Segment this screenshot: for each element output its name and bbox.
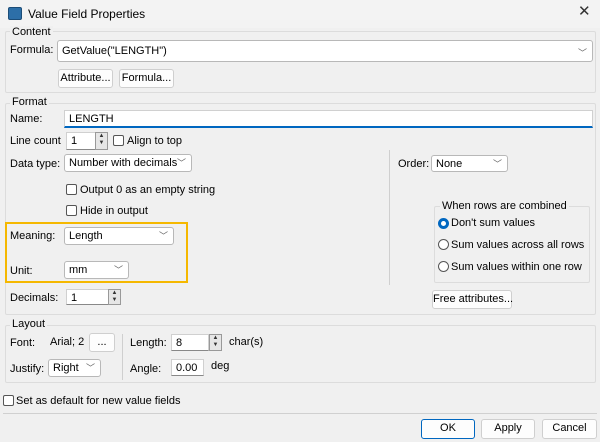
angle-input[interactable]: 0.00 <box>171 359 204 376</box>
order-label: Order: <box>398 158 430 170</box>
content-group-label: Content <box>10 26 53 39</box>
chevron-down-icon: ﹀ <box>492 159 502 169</box>
formula-value: GetValue("LENGTH") <box>62 45 167 57</box>
meaning-value: Length <box>69 230 103 242</box>
line-count-spinner[interactable]: ▲ ▼ <box>95 132 108 150</box>
radio-sum-all-rows-label: Sum values across all rows <box>451 239 585 251</box>
align-to-top-checkbox[interactable] <box>113 135 124 146</box>
attribute-button[interactable]: Attribute... <box>58 69 113 88</box>
radio-dont-sum[interactable] <box>438 218 449 229</box>
data-type-label: Data type: <box>10 158 61 170</box>
layout-group-label: Layout <box>10 318 48 331</box>
angle-label: Angle: <box>130 363 162 375</box>
order-select[interactable]: None ﹀ <box>431 155 508 172</box>
unit-value: mm <box>69 264 88 276</box>
chevron-down-icon: ﹀ <box>176 158 186 168</box>
font-label: Font: <box>10 337 36 349</box>
chevron-down-icon: ﹀ <box>85 363 95 373</box>
cancel-button[interactable]: Cancel <box>542 419 597 439</box>
set-default-label: Set as default for new value fields <box>16 395 181 407</box>
footer-separator <box>3 413 597 414</box>
line-count-input[interactable]: 1 <box>66 132 96 150</box>
chevron-down-icon: ﹀ <box>113 265 123 275</box>
radio-sum-one-row[interactable] <box>438 261 449 272</box>
formula-combobox[interactable]: GetValue("LENGTH") ﹀ <box>57 40 593 62</box>
length-unit: char(s) <box>229 336 264 348</box>
unit-label: Unit: <box>10 265 33 277</box>
window-title: Value Field Properties <box>28 7 146 21</box>
output0-checkbox[interactable] <box>66 184 77 195</box>
name-input[interactable]: LENGTH <box>64 110 593 128</box>
length-input[interactable]: 8 <box>171 334 209 351</box>
radio-dont-sum-label: Don't sum values <box>451 217 536 229</box>
data-type-value: Number with decimals <box>69 157 178 169</box>
free-attributes-button[interactable]: Free attributes... <box>432 290 513 309</box>
meaning-select[interactable]: Length ﹀ <box>64 227 174 245</box>
unit-select[interactable]: mm ﹀ <box>64 261 129 279</box>
angle-unit: deg <box>211 360 230 372</box>
app-icon <box>8 7 22 20</box>
formula-label: Formula: <box>10 44 54 56</box>
radio-sum-all-rows[interactable] <box>438 239 449 250</box>
data-type-select[interactable]: Number with decimals ﹀ <box>64 154 192 172</box>
output0-label: Output 0 as an empty string <box>80 184 216 196</box>
format-group-label: Format <box>10 96 49 109</box>
line-count-label: Line count <box>10 135 61 147</box>
decimals-label: Decimals: <box>10 292 59 304</box>
ok-button[interactable]: OK <box>421 419 475 439</box>
justify-label: Justify: <box>10 363 45 375</box>
decimals-input[interactable]: 1 <box>66 289 109 305</box>
formula-button[interactable]: Formula... <box>119 69 174 88</box>
apply-button[interactable]: Apply <box>481 419 535 439</box>
radio-sum-one-row-label: Sum values within one row <box>451 261 582 273</box>
set-default-checkbox[interactable] <box>3 395 14 406</box>
length-label: Length: <box>130 337 167 349</box>
length-spinner[interactable]: ▲ ▼ <box>209 334 222 351</box>
meaning-label: Meaning: <box>10 230 56 242</box>
title-bar: Value Field Properties ✕ <box>0 0 600 28</box>
close-icon[interactable]: ✕ <box>578 4 591 19</box>
chevron-down-icon: ﹀ <box>158 231 168 241</box>
justify-value: Right <box>53 362 79 374</box>
decimals-spinner[interactable]: ▲ ▼ <box>108 289 121 305</box>
layout-divider <box>122 334 123 380</box>
format-divider <box>389 150 390 285</box>
hide-in-output-checkbox[interactable] <box>66 205 77 216</box>
font-button[interactable]: ... <box>89 333 115 352</box>
justify-select[interactable]: Right ﹀ <box>48 359 101 377</box>
font-value: Arial; 2 <box>50 336 85 348</box>
chevron-down-icon: ﹀ <box>577 48 587 58</box>
hide-in-output-label: Hide in output <box>80 205 148 217</box>
combine-group-label: When rows are combined <box>440 200 569 213</box>
align-to-top-label: Align to top <box>127 135 183 147</box>
order-value: None <box>436 158 463 170</box>
name-label: Name: <box>10 113 43 125</box>
